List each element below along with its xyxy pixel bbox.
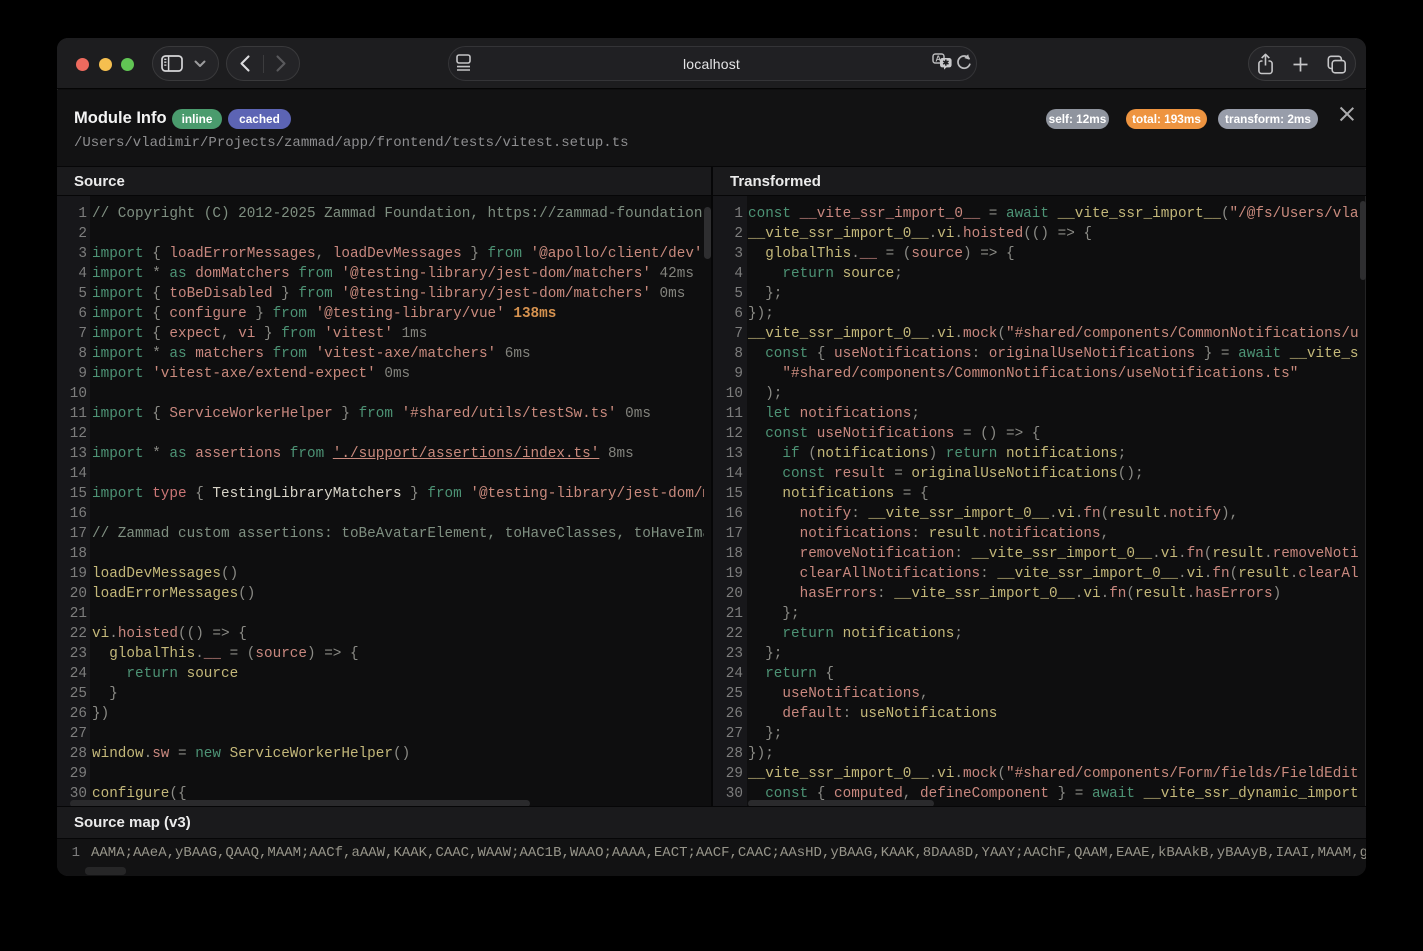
svg-text:✱: ✱ — [943, 59, 950, 68]
